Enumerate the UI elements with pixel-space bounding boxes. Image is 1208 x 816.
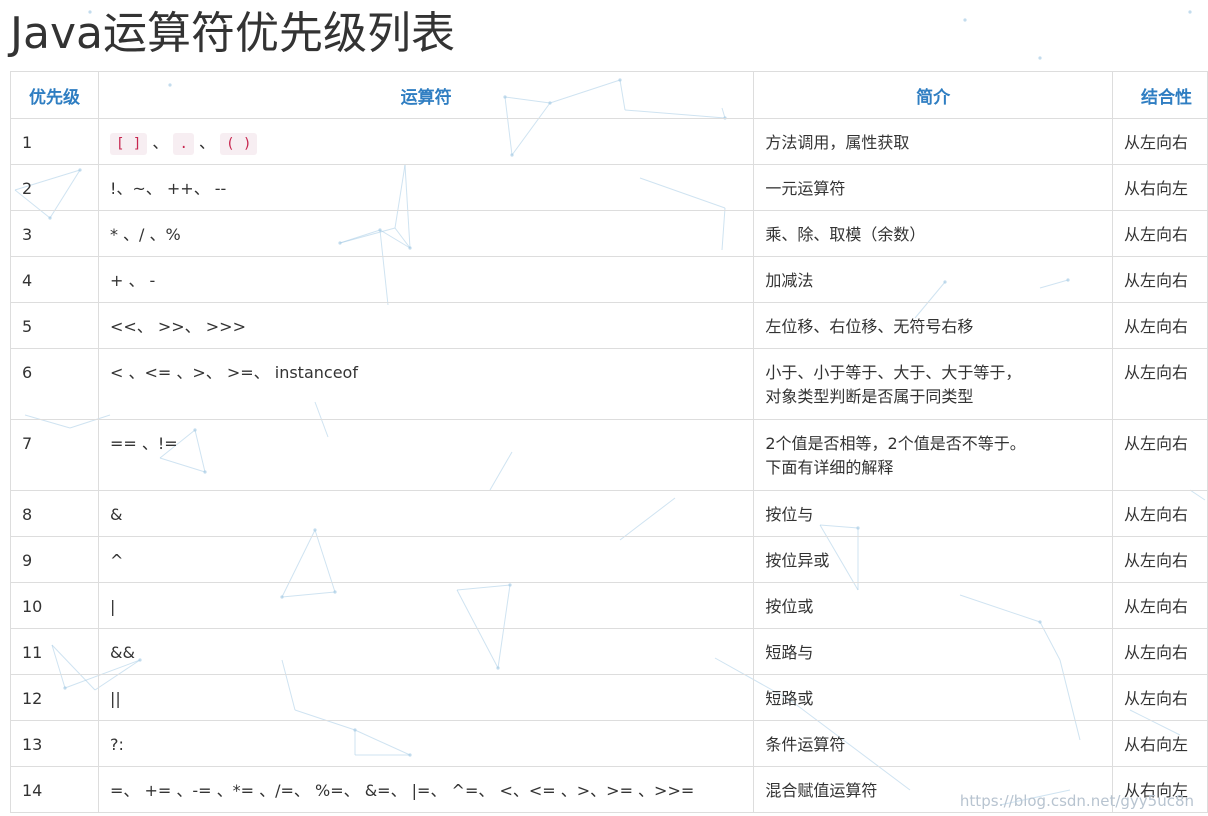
cell-associativity: 从左向右 [1112,118,1208,165]
cell-description: 方法调用，属性获取 [753,118,1113,165]
cell-operator: !、~、 ++、 -- [97,164,755,211]
cell-description: 一元运算符 [753,164,1113,211]
watermark: https://blog.csdn.net/gyy5uc8n [959,792,1194,810]
separator: 、 [152,133,169,152]
code-parentheses: ( ) [220,133,258,155]
cell-associativity: 从右向左 [1112,720,1208,767]
cell-associativity: 从左向右 [1112,302,1208,349]
table-row: 3 * 、/ 、% 乘、除、取模（余数） 从左向右 [10,210,1208,257]
page-title: Java运算符优先级列表 [10,8,455,59]
table-row: 5 <<、 >>、 >>> 左位移、右位移、无符号右移 从左向右 [10,302,1208,349]
description-line: 小于、小于等于、大于、大于等于， [765,363,1022,382]
cell-priority: 4 [10,256,99,303]
header-operator: 运算符 [97,71,755,119]
table-row: 12 || 短路或 从左向右 [10,674,1208,721]
description-line: 下面有详细的解释 [765,458,894,477]
cell-operator: + 、 - [97,256,755,303]
cell-priority: 6 [10,348,99,420]
header-associativity: 结合性 [1112,71,1208,119]
table-header-row: 优先级 运算符 简介 结合性 [10,71,1208,119]
table-row: 13 ?: 条件运算符 从右向左 [10,720,1208,767]
table-row: 1 [ ] 、 . 、 ( ) 方法调用，属性获取 从左向右 [10,118,1208,165]
cell-description: 乘、除、取模（余数） [753,210,1113,257]
cell-associativity: 从左向右 [1112,490,1208,537]
cell-operator: [ ] 、 . 、 ( ) [97,118,755,165]
cell-associativity: 从左向右 [1112,419,1208,491]
cell-operator: | [97,582,755,629]
cell-priority: 2 [10,164,99,211]
cell-description: 短路或 [753,674,1113,721]
cell-priority: 13 [10,720,99,767]
background-dot [1038,56,1042,60]
cell-associativity: 从左向右 [1112,674,1208,721]
cell-associativity: 从左向右 [1112,582,1208,629]
cell-description: 短路与 [753,628,1113,675]
background-dot [963,18,967,22]
cell-priority: 12 [10,674,99,721]
cell-operator: ^ [97,536,755,583]
cell-associativity: 从左向右 [1112,536,1208,583]
table-row: 11 && 短路与 从左向右 [10,628,1208,675]
cell-priority: 1 [10,118,99,165]
table-row: 9 ^ 按位异或 从左向右 [10,536,1208,583]
cell-priority: 7 [10,419,99,491]
cell-priority: 8 [10,490,99,537]
cell-priority: 10 [10,582,99,629]
cell-operator: ?: [97,720,755,767]
cell-associativity: 从左向右 [1112,256,1208,303]
cell-priority: 14 [10,766,99,813]
code-dot: . [173,133,194,155]
cell-associativity: 从左向右 [1112,348,1208,420]
table-row: 7 == 、!= 2个值是否相等，2个值是否不等于。 下面有详细的解释 从左向右 [10,419,1208,491]
cell-priority: 9 [10,536,99,583]
table-row: 8 & 按位与 从左向右 [10,490,1208,537]
cell-priority: 11 [10,628,99,675]
cell-operator: & [97,490,755,537]
cell-operator: == 、!= [97,419,755,491]
cell-priority: 5 [10,302,99,349]
cell-associativity: 从左向右 [1112,628,1208,675]
table-row: 4 + 、 - 加减法 从左向右 [10,256,1208,303]
header-priority: 优先级 [10,71,99,119]
table-row: 10 | 按位或 从左向右 [10,582,1208,629]
cell-description: 条件运算符 [753,720,1113,767]
separator: 、 [199,133,216,152]
cell-operator: < 、<= 、>、 >=、 instanceof [97,348,755,420]
cell-associativity: 从左向右 [1112,210,1208,257]
description-line: 对象类型判断是否属于同类型 [765,387,974,406]
cell-operator: && [97,628,755,675]
header-description: 简介 [753,71,1113,119]
operator-precedence-table: 优先级 运算符 简介 结合性 1 [ ] 、 . 、 ( ) 方法调用，属性获取… [10,71,1208,813]
table-row: 6 < 、<= 、>、 >=、 instanceof 小于、小于等于、大于、大于… [10,348,1208,420]
cell-priority: 3 [10,210,99,257]
cell-description: 按位异或 [753,536,1113,583]
cell-description: 左位移、右位移、无符号右移 [753,302,1113,349]
cell-description: 按位与 [753,490,1113,537]
cell-description: 加减法 [753,256,1113,303]
cell-operator: =、 += 、-= 、*= 、/=、 %=、 &=、 |=、 ^=、 <、<= … [97,766,755,813]
cell-operator: * 、/ 、% [97,210,755,257]
cell-description: 小于、小于等于、大于、大于等于， 对象类型判断是否属于同类型 [753,348,1113,420]
background-dot [1188,10,1192,14]
cell-operator: || [97,674,755,721]
table-row: 2 !、~、 ++、 -- 一元运算符 从右向左 [10,164,1208,211]
cell-operator: <<、 >>、 >>> [97,302,755,349]
cell-associativity: 从右向左 [1112,164,1208,211]
cell-description: 2个值是否相等，2个值是否不等于。 下面有详细的解释 [753,419,1113,491]
cell-description: 按位或 [753,582,1113,629]
code-brackets: [ ] [109,133,148,155]
description-line: 2个值是否相等，2个值是否不等于。 [765,434,1026,453]
